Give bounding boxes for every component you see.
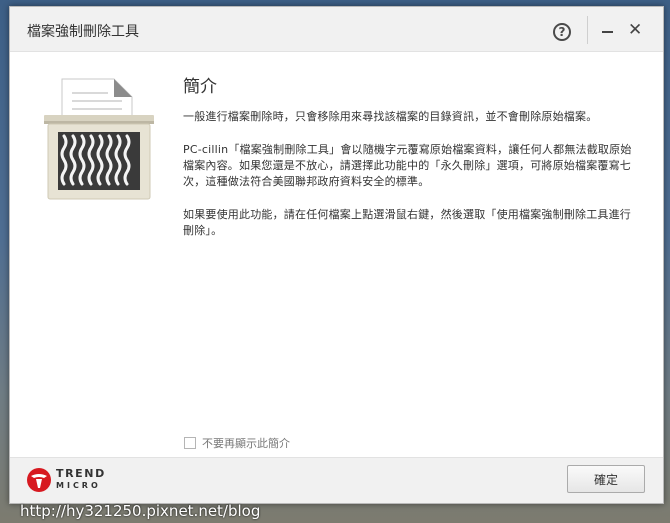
title-bar: 檔案強制刪除工具 ? ✕	[10, 7, 663, 52]
dont-show-again-checkbox[interactable]	[184, 437, 196, 449]
intro-paragraph-2: PC-cillin「檔案強制刪除工具」會以隨機字元覆寫原始檔案資料，讓任何人都無…	[183, 143, 632, 188]
paper-shredder-icon	[34, 73, 154, 203]
window-title: 檔案強制刪除工具	[27, 24, 139, 40]
intro-paragraph-1: 一般進行檔案刪除時，只會移除用來尋找該檔案的目錄資訊，並不會刪除原始檔案。	[183, 110, 598, 123]
dialog-footer: TREND MICRO 確定	[10, 457, 663, 503]
title-bar-divider	[587, 16, 588, 44]
minimize-icon[interactable]	[602, 31, 613, 33]
intro-heading: 簡介	[183, 77, 217, 97]
dont-show-again-row[interactable]: 不要再顯示此簡介	[184, 435, 290, 451]
close-icon[interactable]: ✕	[628, 21, 642, 39]
dont-show-again-label[interactable]: 不要再顯示此簡介	[202, 435, 290, 451]
blog-watermark: http://hy321250.pixnet.net/blog	[20, 502, 261, 520]
trend-micro-logo: TREND MICRO	[26, 467, 106, 493]
logo-text-trend: TREND	[56, 467, 106, 480]
ok-button[interactable]: 確定	[567, 465, 645, 493]
trend-micro-logo-icon	[27, 468, 51, 492]
shredder-dialog: 檔案強制刪除工具 ? ✕ 簡介 一般進行檔案刪除時，只會移除用來尋找該檔案的目錄…	[9, 6, 664, 504]
help-icon[interactable]: ?	[553, 23, 571, 41]
logo-text-micro: MICRO	[56, 481, 101, 490]
intro-content: 簡介 一般進行檔案刪除時，只會移除用來尋找該檔案的目錄資訊，並不會刪除原始檔案。…	[183, 77, 635, 256]
intro-paragraph-3: 如果要使用此功能，請在任何檔案上點選滑鼠右鍵，然後選取「使用檔案強制刪除工具進行…	[183, 208, 631, 237]
